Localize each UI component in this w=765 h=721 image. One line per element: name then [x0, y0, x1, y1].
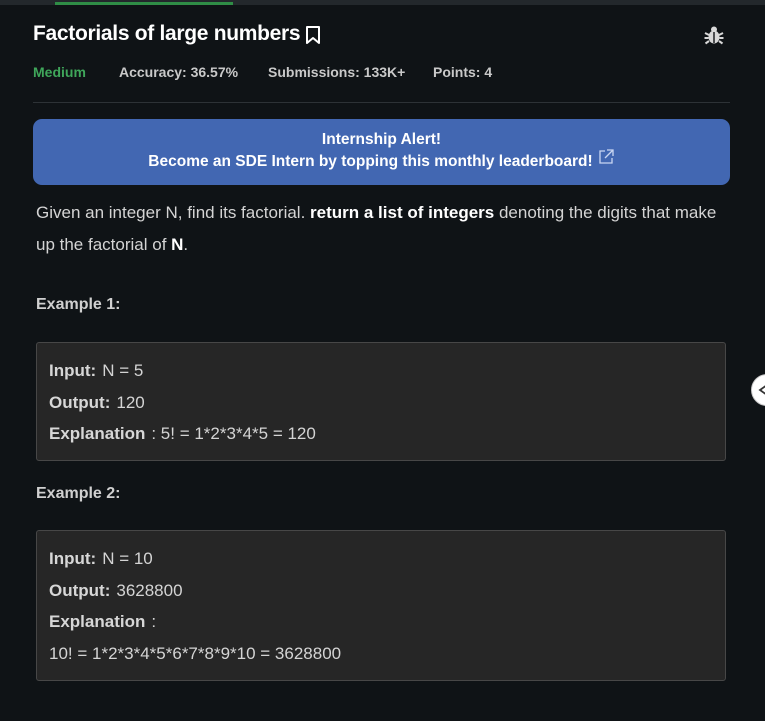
- input-label: Input:: [49, 361, 97, 380]
- example-1-heading: Example 1:: [36, 296, 121, 313]
- problem-title: Factorials of large numbers: [33, 22, 301, 45]
- tab-strip: [0, 0, 765, 5]
- panel-toggle-button[interactable]: [751, 374, 765, 406]
- example-2-input: Input: N = 10: [49, 543, 713, 575]
- banner-subtitle-row: Become an SDE Intern by topping this mon…: [148, 148, 615, 173]
- points-stat: Points: 4: [433, 64, 493, 80]
- example-2-explanation-header: Explanation:: [49, 606, 713, 638]
- statement-text: Given an integer N, find its factorial.: [36, 203, 311, 222]
- difficulty-badge: Medium: [33, 64, 86, 80]
- submissions-stat: Submissions: 133K+: [268, 64, 406, 80]
- example-1-box: Input: N = 5 Output: 120 Explanation : 5! =…: [36, 342, 726, 461]
- bug-icon[interactable]: [703, 24, 725, 46]
- problem-page: Factorials of large numbers Medium Accur…: [0, 0, 765, 721]
- example-2-heading: Example 2:: [36, 485, 121, 502]
- explanation-label: Explanation: [49, 612, 146, 631]
- input-value: N = 5: [102, 361, 144, 380]
- output-value: 3628800: [116, 580, 183, 600]
- explanation-label: Explanation: [49, 424, 146, 443]
- problem-statement: Given an integer N, find its factorial. …: [36, 197, 736, 261]
- statement-emphasis: return a list of integers: [310, 203, 495, 222]
- example-1-input: Input: N = 5: [49, 355, 713, 387]
- problem-meta: Medium Accuracy: 36.57% Submissions: 133…: [33, 64, 492, 80]
- header-divider: [33, 102, 730, 103]
- input-value: N = 10: [102, 549, 153, 568]
- internship-banner[interactable]: Internship Alert! Become an SDE Intern b…: [33, 119, 730, 185]
- bookmark-icon[interactable]: [304, 25, 322, 45]
- example-1-output: Output: 120: [49, 387, 713, 419]
- explanation-value: 10! = 1*2*3*4*5*6*7*8*9*10 = 3628800: [49, 643, 342, 663]
- explanation-colon: :: [151, 612, 157, 631]
- example-1-explanation: Explanation : 5! = 1*2*3*4*5 = 120: [49, 418, 713, 450]
- external-link-icon: [597, 148, 615, 166]
- banner-title: Internship Alert!: [321, 131, 442, 148]
- title-row: Factorials of large numbers: [33, 22, 322, 46]
- example-2-output: Output: 3628800: [49, 575, 713, 607]
- output-label: Output:: [49, 392, 111, 412]
- accuracy-stat: Accuracy: 36.57%: [119, 64, 239, 80]
- statement-text: .: [183, 235, 189, 254]
- example-2-box: Input: N = 10 Output: 3628800 Explanation:…: [36, 530, 726, 681]
- output-label: Output:: [49, 580, 111, 600]
- active-tab-indicator: [55, 2, 233, 5]
- statement-variable: N: [171, 235, 184, 254]
- input-label: Input:: [49, 549, 97, 568]
- banner-subtitle: Become an SDE Intern by topping this mon…: [148, 153, 593, 170]
- example-2-explanation: 10! = 1*2*3*4*5*6*7*8*9*10 = 3628800: [49, 638, 713, 670]
- output-value: 120: [116, 392, 145, 412]
- explanation-value: : 5! = 1*2*3*4*5 = 120: [151, 424, 316, 443]
- chevron-left-icon: [758, 385, 765, 395]
